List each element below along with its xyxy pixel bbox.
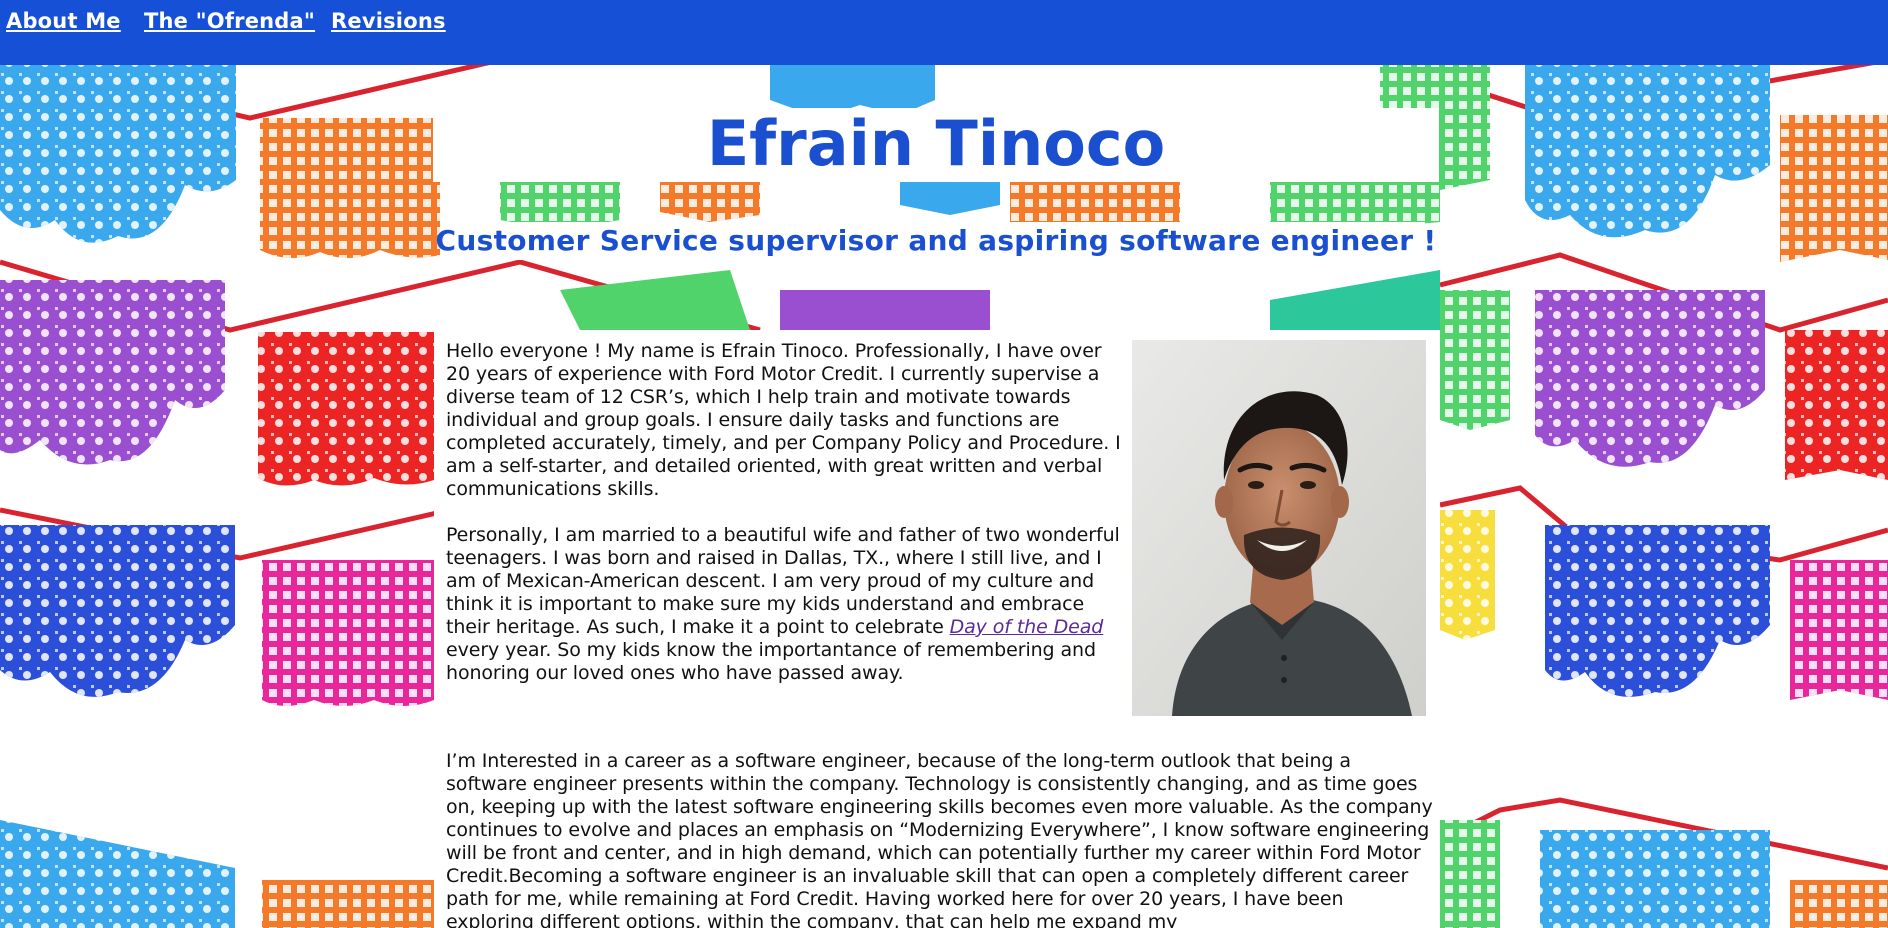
career-paragraph: I’m Interested in a career as a software… xyxy=(446,750,1433,928)
about-content: Hello everyone ! My name is Efrain Tinoc… xyxy=(434,330,1440,928)
intro-paragraph: Hello everyone ! My name is Efrain Tinoc… xyxy=(446,340,1121,500)
nav-link-ofrenda[interactable]: The "Ofrenda" xyxy=(144,9,315,33)
portrait-photo xyxy=(1132,340,1426,716)
top-nav: About Me The "Ofrenda" Revisions xyxy=(0,0,1888,65)
day-of-the-dead-link[interactable]: Day of the Dead xyxy=(950,616,1104,638)
nav-link-revisions[interactable]: Revisions xyxy=(331,9,446,33)
page-title: Efrain Tinoco xyxy=(706,107,1166,180)
personal-paragraph: Personally, I am married to a beautiful … xyxy=(446,524,1126,685)
page-subtitle: Customer Service supervisor and aspiring… xyxy=(435,224,1437,257)
personal-text-end: every year. So my kids know the importan… xyxy=(446,639,1096,684)
nav-link-about-me[interactable]: About Me xyxy=(6,9,121,33)
